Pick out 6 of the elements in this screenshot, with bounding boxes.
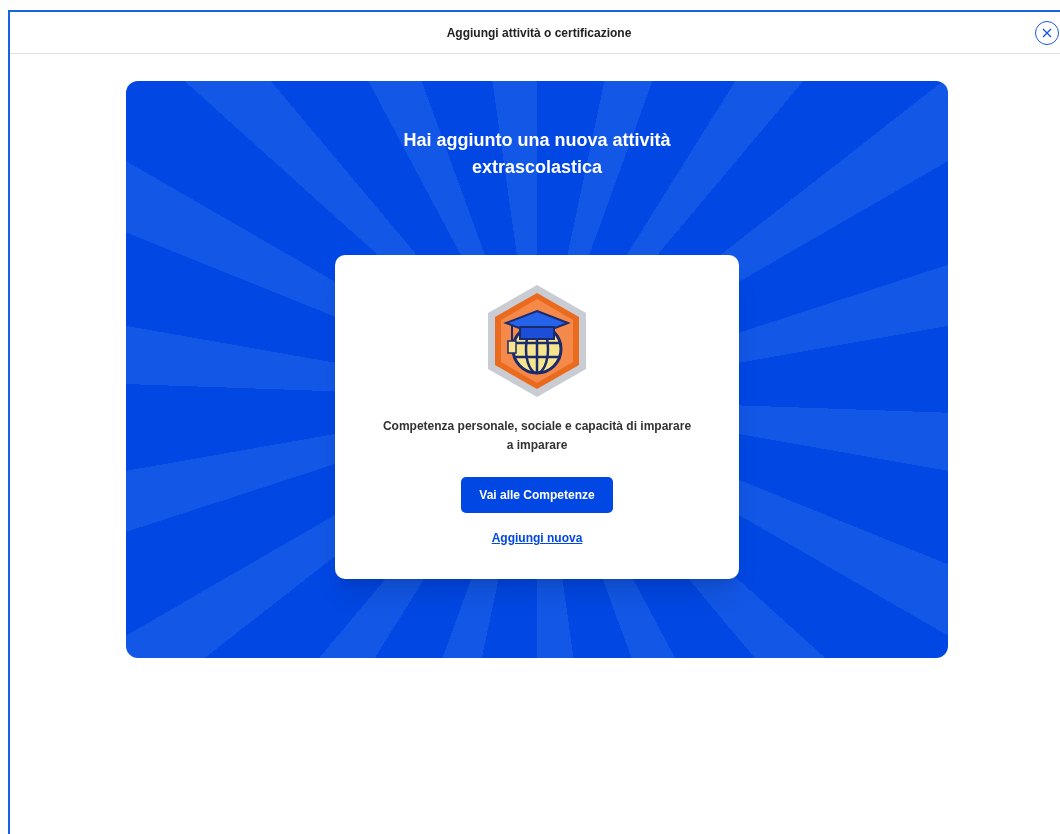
banner-heading: Hai aggiunto una nuova attività extrascolastica xyxy=(402,129,672,179)
add-new-link[interactable]: Aggiungi nuova xyxy=(491,529,583,547)
competence-name: Competenza personale, sociale e capacità di imparare a imparare xyxy=(381,418,693,454)
close-icon xyxy=(1042,28,1052,38)
competences-button[interactable]: Vai alle Competenze xyxy=(461,477,613,513)
dialog-title: Aggiungi attività o certificazione xyxy=(446,24,632,42)
